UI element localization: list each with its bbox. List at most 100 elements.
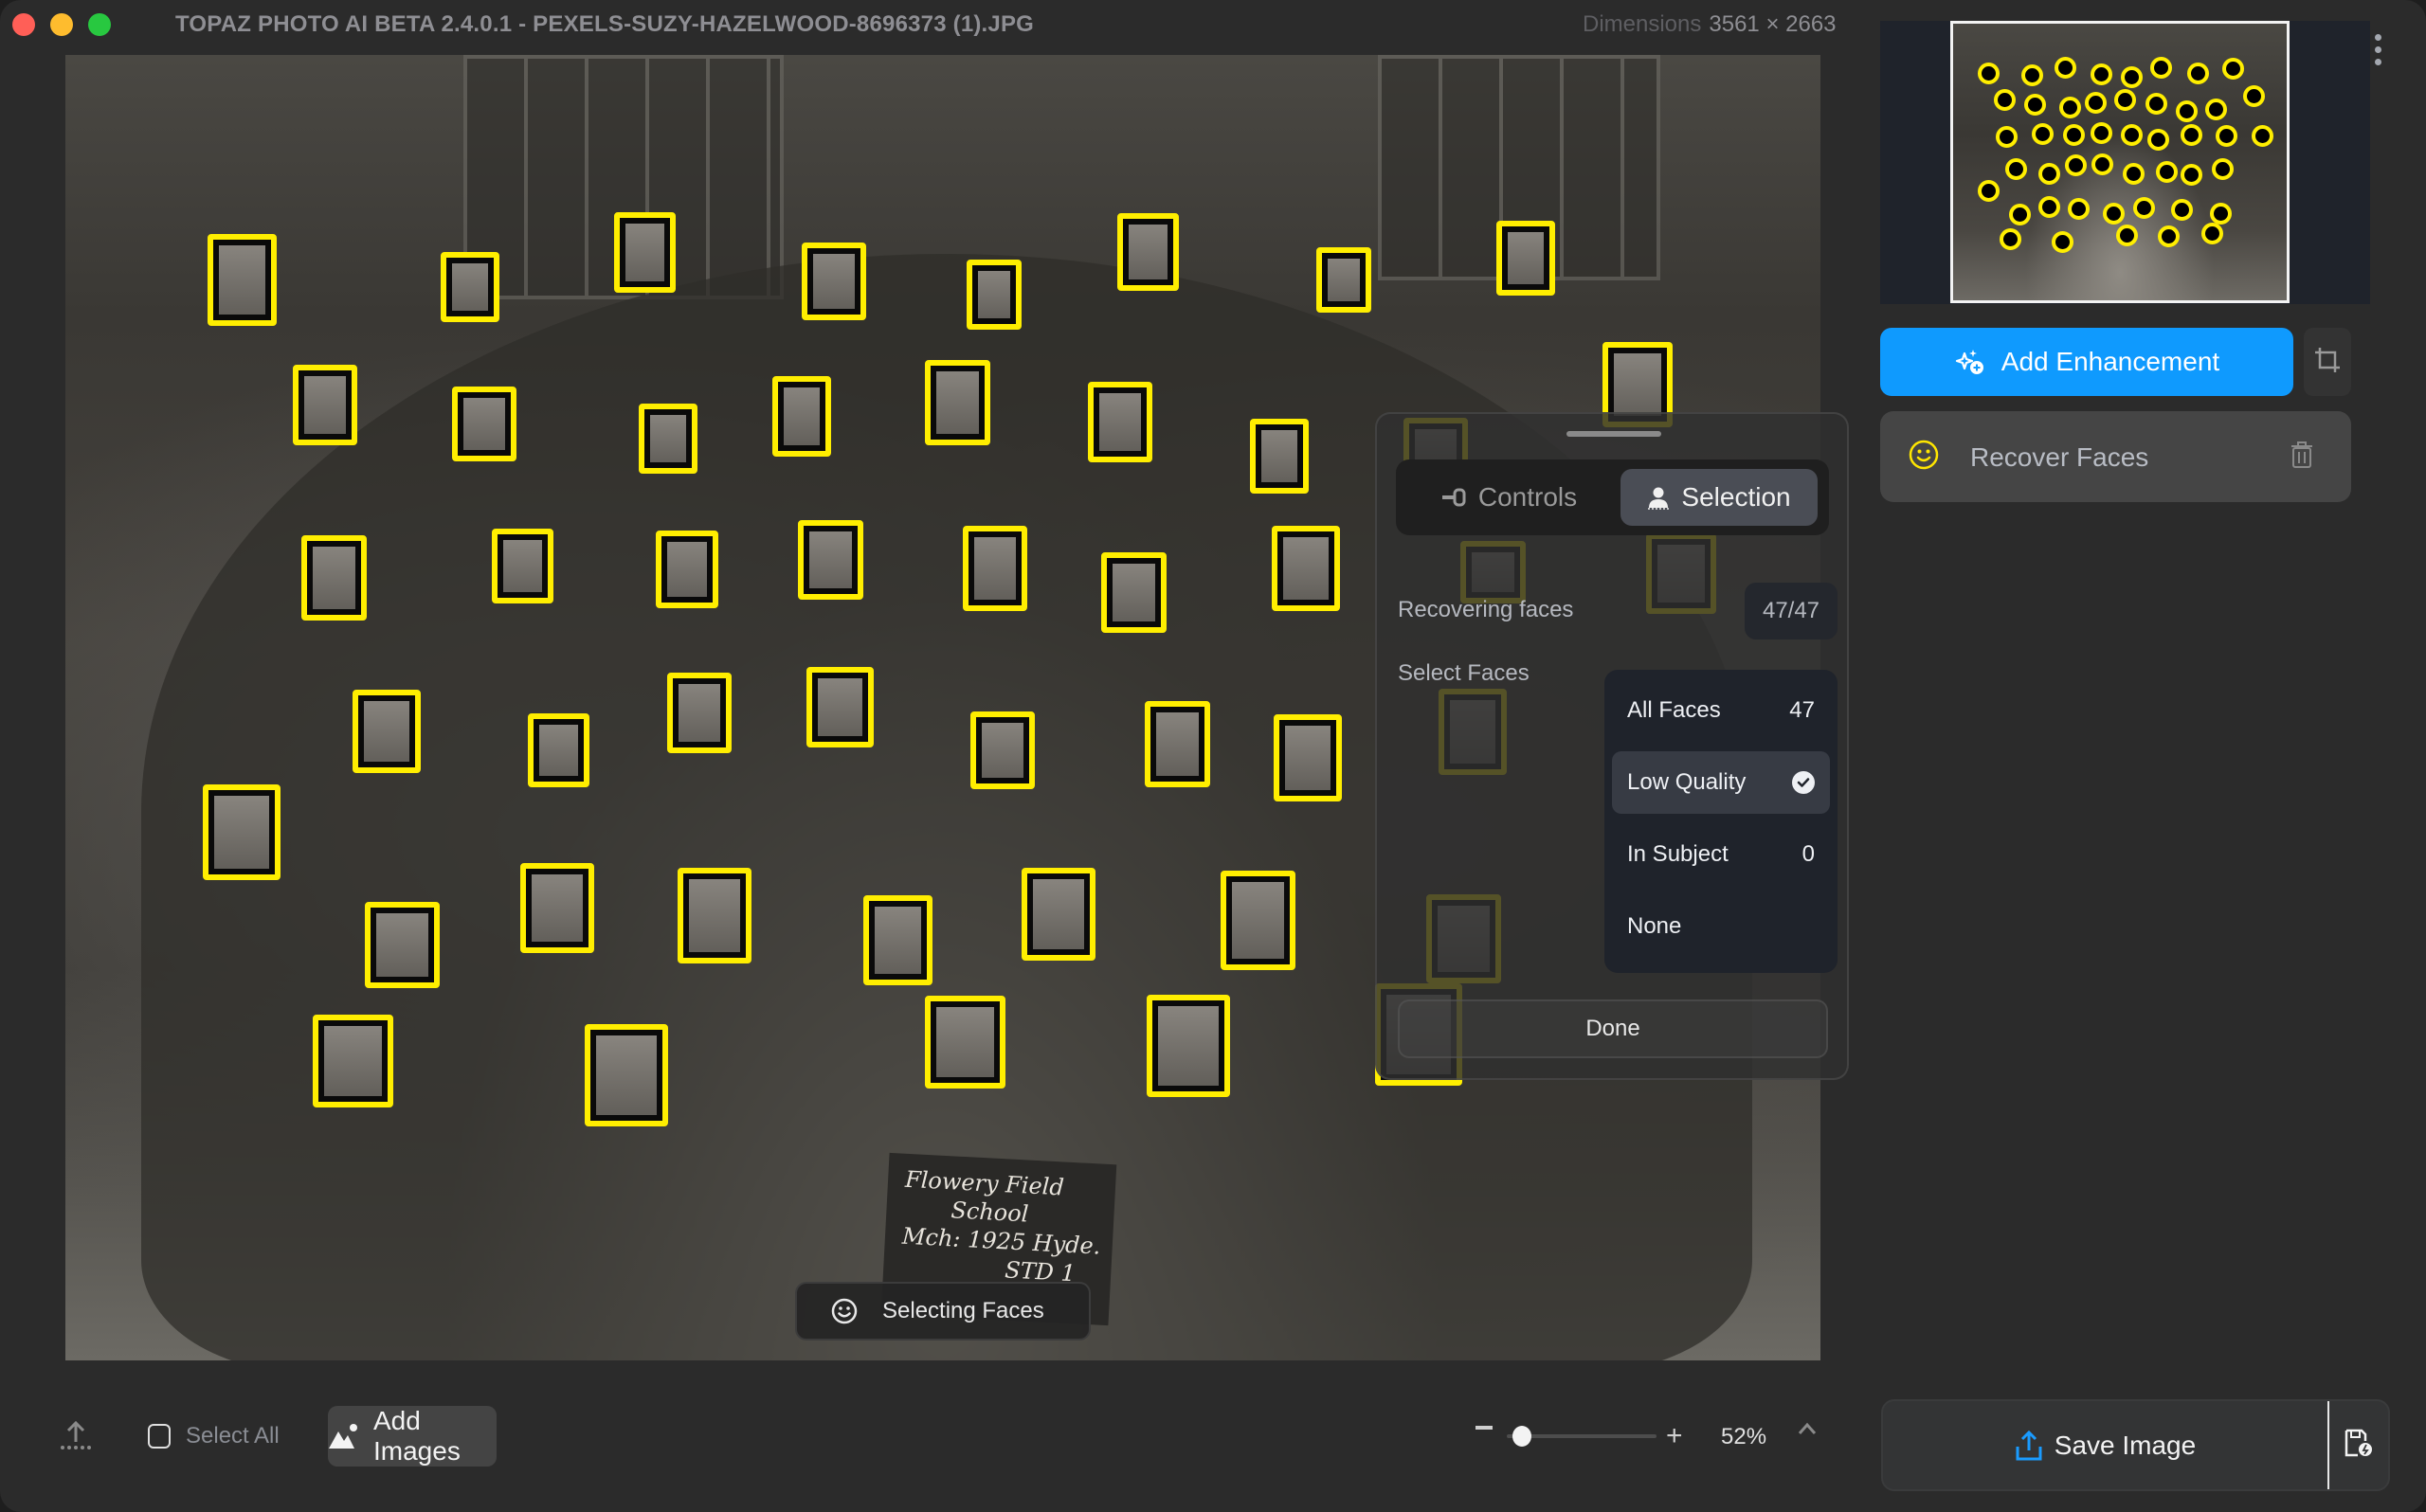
face-box[interactable] [1087,382,1153,463]
option-count: 0 [1801,841,1815,867]
thumbnail-face-marker [1978,63,2001,85]
more-options-icon[interactable] [2375,34,2381,65]
thumbnail-face-marker [2180,123,2202,146]
face-box[interactable] [1221,871,1295,970]
thumbnail-face-marker [2008,204,2031,226]
recovering-faces-label: Recovering faces [1398,597,1574,622]
face-box[interactable] [1116,213,1180,291]
face-box[interactable] [585,1023,669,1126]
thumbnail-face-marker [2147,129,2170,152]
thumbnail-face-marker [2065,154,2088,177]
face-box[interactable] [639,404,698,474]
done-button[interactable]: Done [1398,999,1828,1058]
image-add-icon [328,1423,360,1449]
face-box[interactable] [1145,700,1210,787]
add-enhancement-button[interactable]: Add Enhancement [1880,328,2293,396]
face-box[interactable] [801,243,867,320]
face-box[interactable] [353,690,422,774]
face-box[interactable] [451,387,517,461]
zoom-out-button[interactable] [1476,1426,1493,1430]
navigator-thumbnail[interactable] [1950,21,2290,303]
face-box[interactable] [656,531,718,608]
face-box[interactable] [1316,247,1371,313]
thumbnail-face-marker [2103,203,2126,225]
face-box[interactable] [614,211,677,293]
thumbnail-face-marker [2037,195,2060,218]
upload-icon[interactable] [59,1419,93,1451]
select-all-checkbox[interactable] [148,1424,171,1449]
face-box[interactable] [962,526,1028,611]
option-none[interactable]: None [1612,895,1830,958]
face-box[interactable] [798,519,863,601]
thumbnail-face-marker [2121,123,2144,146]
face-box[interactable] [365,901,440,989]
window-close-button[interactable] [12,13,35,36]
face-selection-popup: Controls Selection Recovering faces 47/4… [1375,412,1849,1080]
enhancement-recover-faces[interactable]: Recover Faces [1880,411,2351,502]
add-enhancement-label: Add Enhancement [2001,347,2220,376]
option-low-quality[interactable]: Low Quality [1612,751,1830,814]
thumbnail-face-marker [2091,63,2113,85]
quick-export-button[interactable] [2329,1401,2388,1489]
face-box[interactable] [1273,714,1342,801]
face-box[interactable] [492,529,554,603]
tab-controls-label: Controls [1477,482,1578,512]
face-box[interactable] [771,375,831,457]
face-box[interactable] [666,673,733,754]
crop-button[interactable] [2304,328,2351,396]
app-window: TOPAZ PHOTO AI BETA 2.4.0.1 - PEXELS-SUZ… [0,0,2426,1512]
thumbnail-face-marker [2133,197,2156,220]
face-box[interactable] [925,996,1006,1089]
face-box[interactable] [806,666,875,747]
face-box[interactable] [678,867,752,964]
window-maximize-button[interactable] [88,13,111,36]
thumbnail-face-marker [2055,57,2077,80]
face-box[interactable] [1495,221,1555,296]
face-box[interactable] [312,1015,393,1107]
thumbnail-face-marker [2158,225,2181,247]
window-minimize-button[interactable] [50,13,73,36]
thumbnail-face-marker [2031,123,2054,146]
zoom-percentage[interactable]: 52% [1721,1424,1766,1450]
thumbnail-face-marker [2051,231,2073,254]
zoom-slider-thumb[interactable] [1512,1426,1531,1447]
face-box[interactable] [207,233,278,327]
option-in-subject[interactable]: In Subject 0 [1612,823,1830,886]
thumbnail-face-marker [2187,63,2210,85]
thumbnail-face-marker [2201,223,2224,245]
face-box[interactable] [301,534,367,621]
checkmark-icon [1792,771,1815,794]
face-box[interactable] [925,360,990,446]
person-select-icon [1647,485,1670,510]
slider-icon [1441,487,1467,508]
face-box[interactable] [969,711,1036,789]
option-label: None [1627,913,1682,939]
option-count: 47 [1789,697,1815,723]
face-box[interactable] [1272,526,1340,611]
face-box[interactable] [1101,551,1167,633]
tab-selection[interactable]: Selection [1620,469,1818,526]
face-box[interactable] [967,260,1022,330]
select-all-label[interactable]: Select All [186,1423,280,1449]
face-box[interactable] [292,365,358,446]
face-box[interactable] [519,863,594,953]
face-box[interactable] [1250,419,1310,494]
thumbnail-face-marker [2204,99,2227,121]
trash-icon[interactable] [2290,440,2314,470]
face-box[interactable] [527,712,590,787]
face-box[interactable] [863,895,933,985]
popup-drag-handle[interactable] [1566,431,1661,437]
save-image-button[interactable]: Save Image [1883,1401,2327,1489]
zoom-in-button[interactable]: + [1666,1422,1683,1450]
image-dimensions: Dimensions 3561 × 2663 [1583,11,1837,38]
face-box[interactable] [441,252,500,322]
face-box[interactable] [1021,867,1095,961]
face-box[interactable] [1146,994,1230,1097]
option-all-faces[interactable]: All Faces 47 [1612,679,1830,742]
export-icon [2015,1430,2043,1462]
chevron-up-icon[interactable] [1797,1421,1818,1436]
add-images-button[interactable]: Add Images [328,1406,497,1467]
tab-controls[interactable]: Controls [1396,469,1623,526]
thumbnail-face-marker [1999,228,2021,251]
face-box[interactable] [202,783,281,880]
